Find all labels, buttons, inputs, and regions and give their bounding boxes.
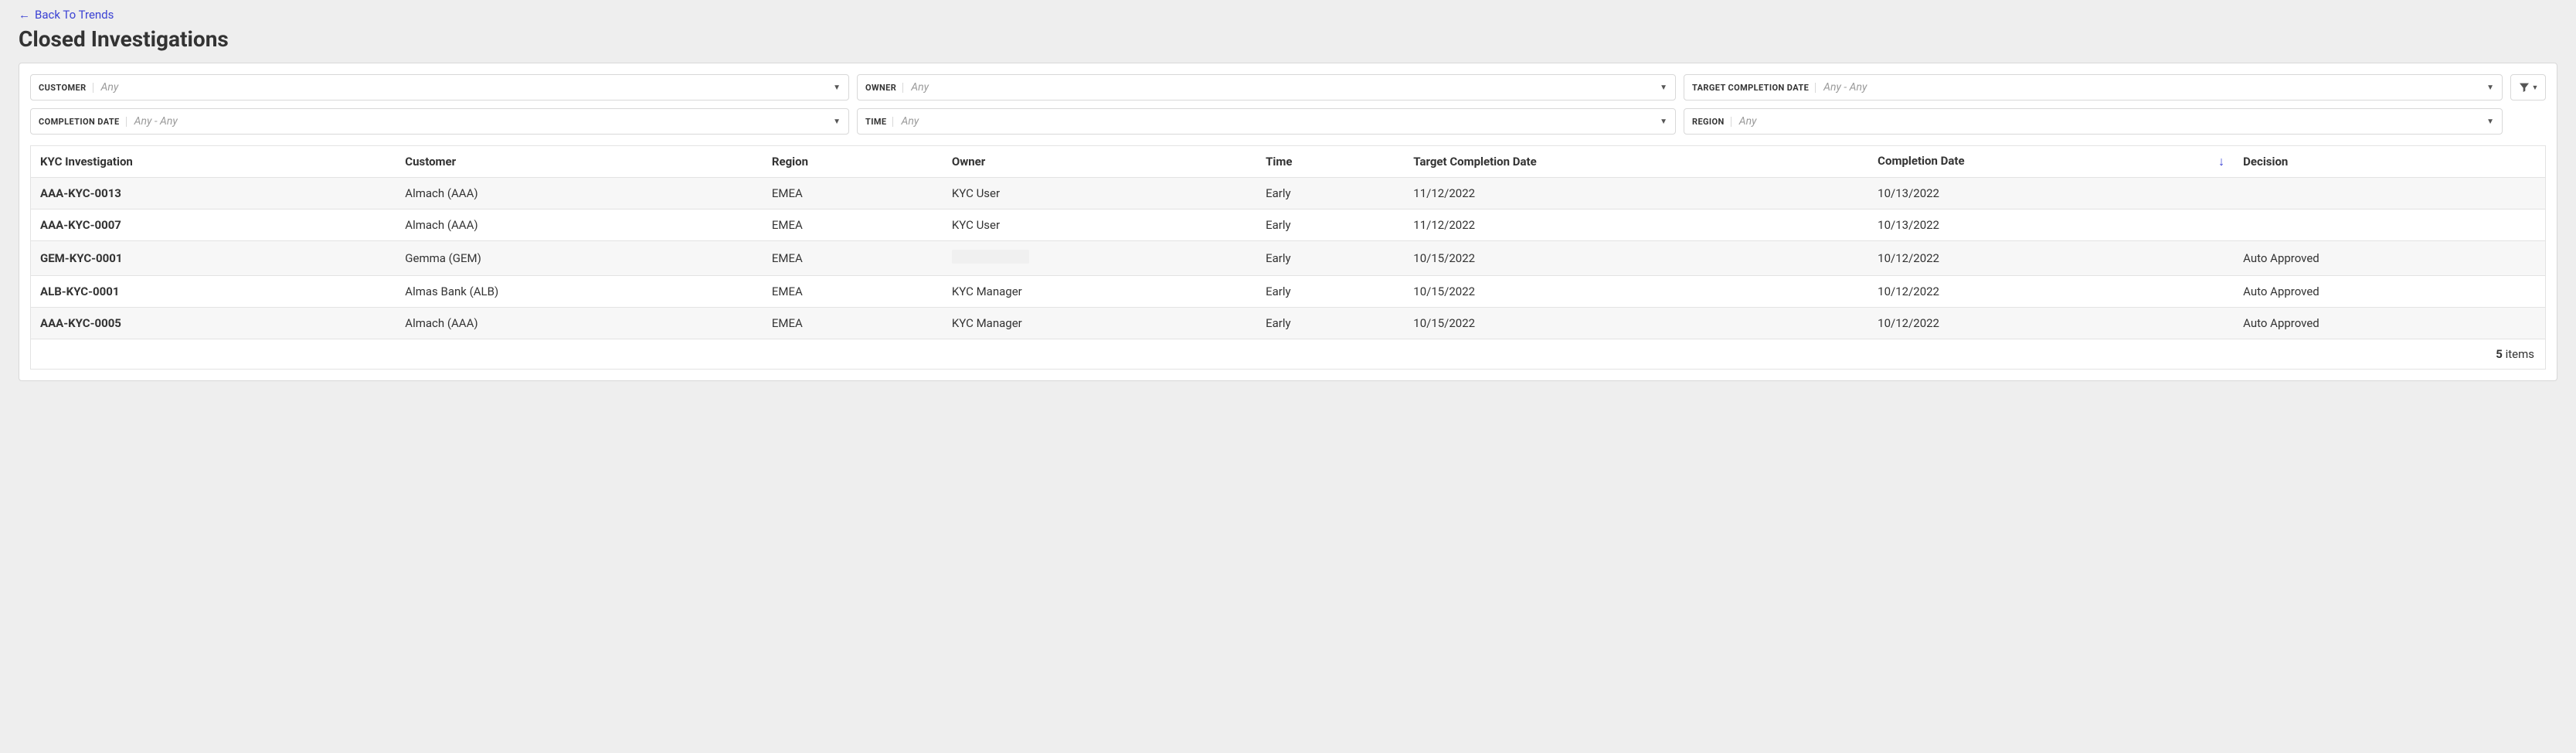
filter-region-value: Any: [1739, 115, 2486, 128]
region-cell: EMEA: [763, 276, 943, 308]
decision-cell: [2234, 210, 2545, 241]
time-cell: Early: [1256, 308, 1404, 339]
customer-link[interactable]: Almas Bank (ALB): [396, 276, 763, 308]
table-item-suffix: items: [2506, 347, 2534, 361]
chevron-down-icon: ▼: [1660, 83, 1667, 92]
filter-target-completion-date-label: TARGET COMPLETION DATE: [1692, 83, 1816, 93]
region-cell: EMEA: [763, 210, 943, 241]
chevron-down-icon: ▼: [833, 83, 841, 92]
table-item-count: 5: [2496, 347, 2503, 361]
sort-desc-icon: ↓: [2218, 154, 2224, 169]
filter-customer-value: Any: [101, 81, 834, 94]
kyc-investigation-link[interactable]: AAA-KYC-0007: [31, 210, 396, 241]
owner-cell: [943, 241, 1256, 276]
filter-owner-label: OWNER: [865, 83, 903, 93]
time-cell: Early: [1256, 178, 1404, 210]
table-footer: 5 items: [30, 339, 2546, 370]
chevron-down-icon: ▼: [2486, 83, 2494, 92]
funnel-icon: [2518, 81, 2530, 94]
table-row: AAA-KYC-0007Almach (AAA)EMEAKYC UserEarl…: [31, 210, 2546, 241]
arrow-left-icon: ←: [19, 8, 30, 22]
page-title: Closed Investigations: [19, 26, 2557, 52]
chevron-down-icon: ▼: [833, 118, 841, 126]
completion-date-cell: 10/12/2022: [1868, 308, 2234, 339]
decision-cell: [2234, 178, 2545, 210]
customer-link[interactable]: Almach (AAA): [396, 308, 763, 339]
completion-date-cell: 10/13/2022: [1868, 178, 2234, 210]
back-to-trends-link[interactable]: ← Back To Trends: [19, 8, 114, 22]
time-cell: Early: [1256, 210, 1404, 241]
time-cell: Early: [1256, 276, 1404, 308]
table-row: ALB-KYC-0001Almas Bank (ALB)EMEAKYC Mana…: [31, 276, 2546, 308]
column-header-completion-date-label: Completion Date: [1878, 154, 1964, 168]
owner-cell: KYC Manager: [943, 276, 1256, 308]
filter-target-completion-date[interactable]: TARGET COMPLETION DATE Any - Any ▼: [1684, 74, 2503, 101]
target-completion-date-cell: 10/15/2022: [1404, 276, 1868, 308]
column-header-owner[interactable]: Owner: [943, 146, 1256, 178]
table-row: GEM-KYC-0001Gemma (GEM)EMEA Early10/15/20…: [31, 241, 2546, 276]
completion-date-cell: 10/13/2022: [1868, 210, 2234, 241]
column-header-kyc[interactable]: KYC Investigation: [31, 146, 396, 178]
filters-bar: CUSTOMER Any ▼ OWNER Any ▼ TARGET COMPLE…: [30, 74, 2546, 135]
target-completion-date-cell: 10/15/2022: [1404, 241, 1868, 276]
table-header-row: KYC Investigation Customer Region Owner …: [31, 146, 2546, 178]
column-header-completion-date[interactable]: Completion Date ↓: [1868, 146, 2234, 178]
investigations-panel: CUSTOMER Any ▼ OWNER Any ▼ TARGET COMPLE…: [19, 63, 2557, 381]
decision-cell: Auto Approved: [2234, 241, 2545, 276]
filter-owner[interactable]: OWNER Any ▼: [857, 74, 1676, 101]
column-header-region[interactable]: Region: [763, 146, 943, 178]
filter-owner-value: Any: [911, 81, 1660, 94]
chevron-down-icon: ▼: [1660, 118, 1667, 126]
customer-link[interactable]: Almach (AAA): [396, 178, 763, 210]
filter-completion-date-value: Any - Any: [134, 115, 833, 128]
filter-menu-button[interactable]: ▼: [2510, 74, 2546, 101]
completion-date-cell: 10/12/2022: [1868, 276, 2234, 308]
filter-target-completion-date-value: Any - Any: [1823, 81, 2486, 94]
column-header-target-completion-date[interactable]: Target Completion Date: [1404, 146, 1868, 178]
redacted-value: [952, 250, 1029, 264]
kyc-investigation-link[interactable]: AAA-KYC-0005: [31, 308, 396, 339]
filter-time[interactable]: TIME Any ▼: [857, 108, 1676, 135]
filter-time-label: TIME: [865, 117, 893, 127]
filter-time-value: Any: [901, 115, 1660, 128]
owner-cell: KYC Manager: [943, 308, 1256, 339]
region-cell: EMEA: [763, 241, 943, 276]
column-header-decision[interactable]: Decision: [2234, 146, 2545, 178]
filter-region-label: REGION: [1692, 117, 1731, 127]
customer-link[interactable]: Almach (AAA): [396, 210, 763, 241]
filter-customer[interactable]: CUSTOMER Any ▼: [30, 74, 849, 101]
column-header-time[interactable]: Time: [1256, 146, 1404, 178]
table-row: AAA-KYC-0005Almach (AAA)EMEAKYC ManagerE…: [31, 308, 2546, 339]
chevron-down-icon: ▼: [2532, 83, 2539, 92]
target-completion-date-cell: 10/15/2022: [1404, 308, 1868, 339]
column-header-customer[interactable]: Customer: [396, 146, 763, 178]
kyc-investigation-link[interactable]: GEM-KYC-0001: [31, 241, 396, 276]
chevron-down-icon: ▼: [2486, 118, 2494, 126]
decision-cell: Auto Approved: [2234, 308, 2545, 339]
completion-date-cell: 10/12/2022: [1868, 241, 2234, 276]
region-cell: EMEA: [763, 178, 943, 210]
target-completion-date-cell: 11/12/2022: [1404, 178, 1868, 210]
time-cell: Early: [1256, 241, 1404, 276]
investigations-table: KYC Investigation Customer Region Owner …: [30, 145, 2546, 339]
filter-completion-date-label: COMPLETION DATE: [39, 117, 127, 127]
back-link-label: Back To Trends: [35, 8, 114, 22]
decision-cell: Auto Approved: [2234, 276, 2545, 308]
region-cell: EMEA: [763, 308, 943, 339]
customer-link[interactable]: Gemma (GEM): [396, 241, 763, 276]
kyc-investigation-link[interactable]: ALB-KYC-0001: [31, 276, 396, 308]
table-row: AAA-KYC-0013Almach (AAA)EMEAKYC UserEarl…: [31, 178, 2546, 210]
filter-region[interactable]: REGION Any ▼: [1684, 108, 2503, 135]
owner-cell: KYC User: [943, 178, 1256, 210]
filter-completion-date[interactable]: COMPLETION DATE Any - Any ▼: [30, 108, 849, 135]
filter-customer-label: CUSTOMER: [39, 83, 93, 93]
owner-cell: KYC User: [943, 210, 1256, 241]
target-completion-date-cell: 11/12/2022: [1404, 210, 1868, 241]
kyc-investigation-link[interactable]: AAA-KYC-0013: [31, 178, 396, 210]
